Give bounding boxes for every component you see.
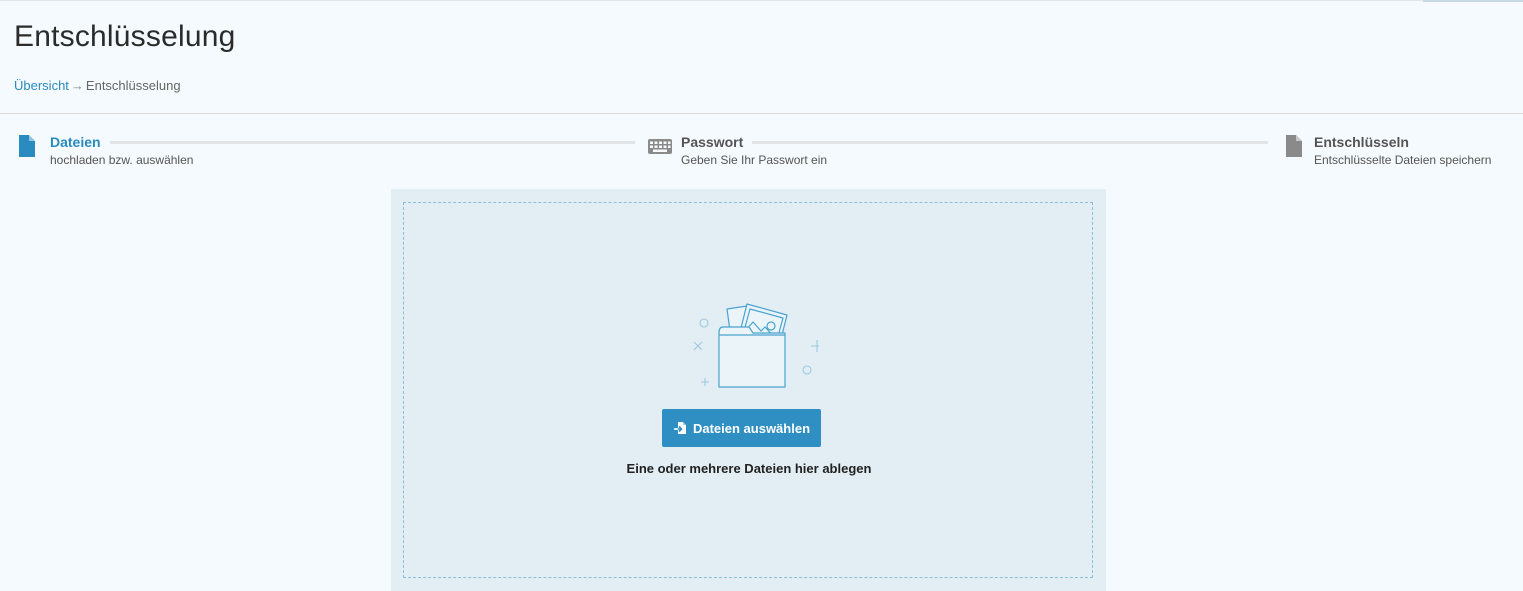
breadcrumb-separator: → xyxy=(70,78,84,93)
step-connector-1 xyxy=(110,141,635,144)
file-icon xyxy=(19,135,35,157)
folder-with-images-icon xyxy=(693,303,819,388)
breadcrumb-home-link[interactable]: Übersicht xyxy=(14,78,69,93)
select-files-button-label: Dateien auswählen xyxy=(692,420,811,436)
step-files: Dateien hochladen bzw. auswählen xyxy=(18,134,193,167)
header-divider xyxy=(0,113,1523,114)
dropzone-hint: Eine oder mehrere Dateien hier ablegen xyxy=(626,461,872,476)
top-progress-accent xyxy=(1423,0,1523,2)
step-connector-2 xyxy=(752,141,1268,144)
file-import-icon xyxy=(673,422,686,434)
step-decrypt-title: Entschlüsseln xyxy=(1314,134,1409,150)
file-icon xyxy=(1286,135,1302,157)
step-password-subtitle: Geben Sie Ihr Passwort ein xyxy=(681,153,828,167)
top-border xyxy=(0,0,1523,1)
keyboard-icon xyxy=(648,139,672,154)
dropzone-area[interactable]: Dateien auswählen Eine oder mehrere Date… xyxy=(403,202,1093,578)
step-password: Passwort Geben Sie Ihr Passwort ein xyxy=(648,134,827,167)
step-decrypt-subtitle: Entschlüsselte Dateien speichern xyxy=(1314,153,1492,167)
dropzone[interactable]: Dateien auswählen Eine oder mehrere Date… xyxy=(391,189,1106,591)
page-title: Entschlüsselung xyxy=(14,20,236,53)
select-files-button[interactable]: Dateien auswählen xyxy=(662,409,821,447)
step-files-subtitle: hochladen bzw. auswählen xyxy=(50,153,194,167)
breadcrumb: Übersicht → Entschlüsselung xyxy=(14,78,181,93)
step-decrypt: Entschlüsseln Entschlüsselte Dateien spe… xyxy=(1285,134,1491,167)
breadcrumb-current: Entschlüsselung xyxy=(85,78,181,93)
